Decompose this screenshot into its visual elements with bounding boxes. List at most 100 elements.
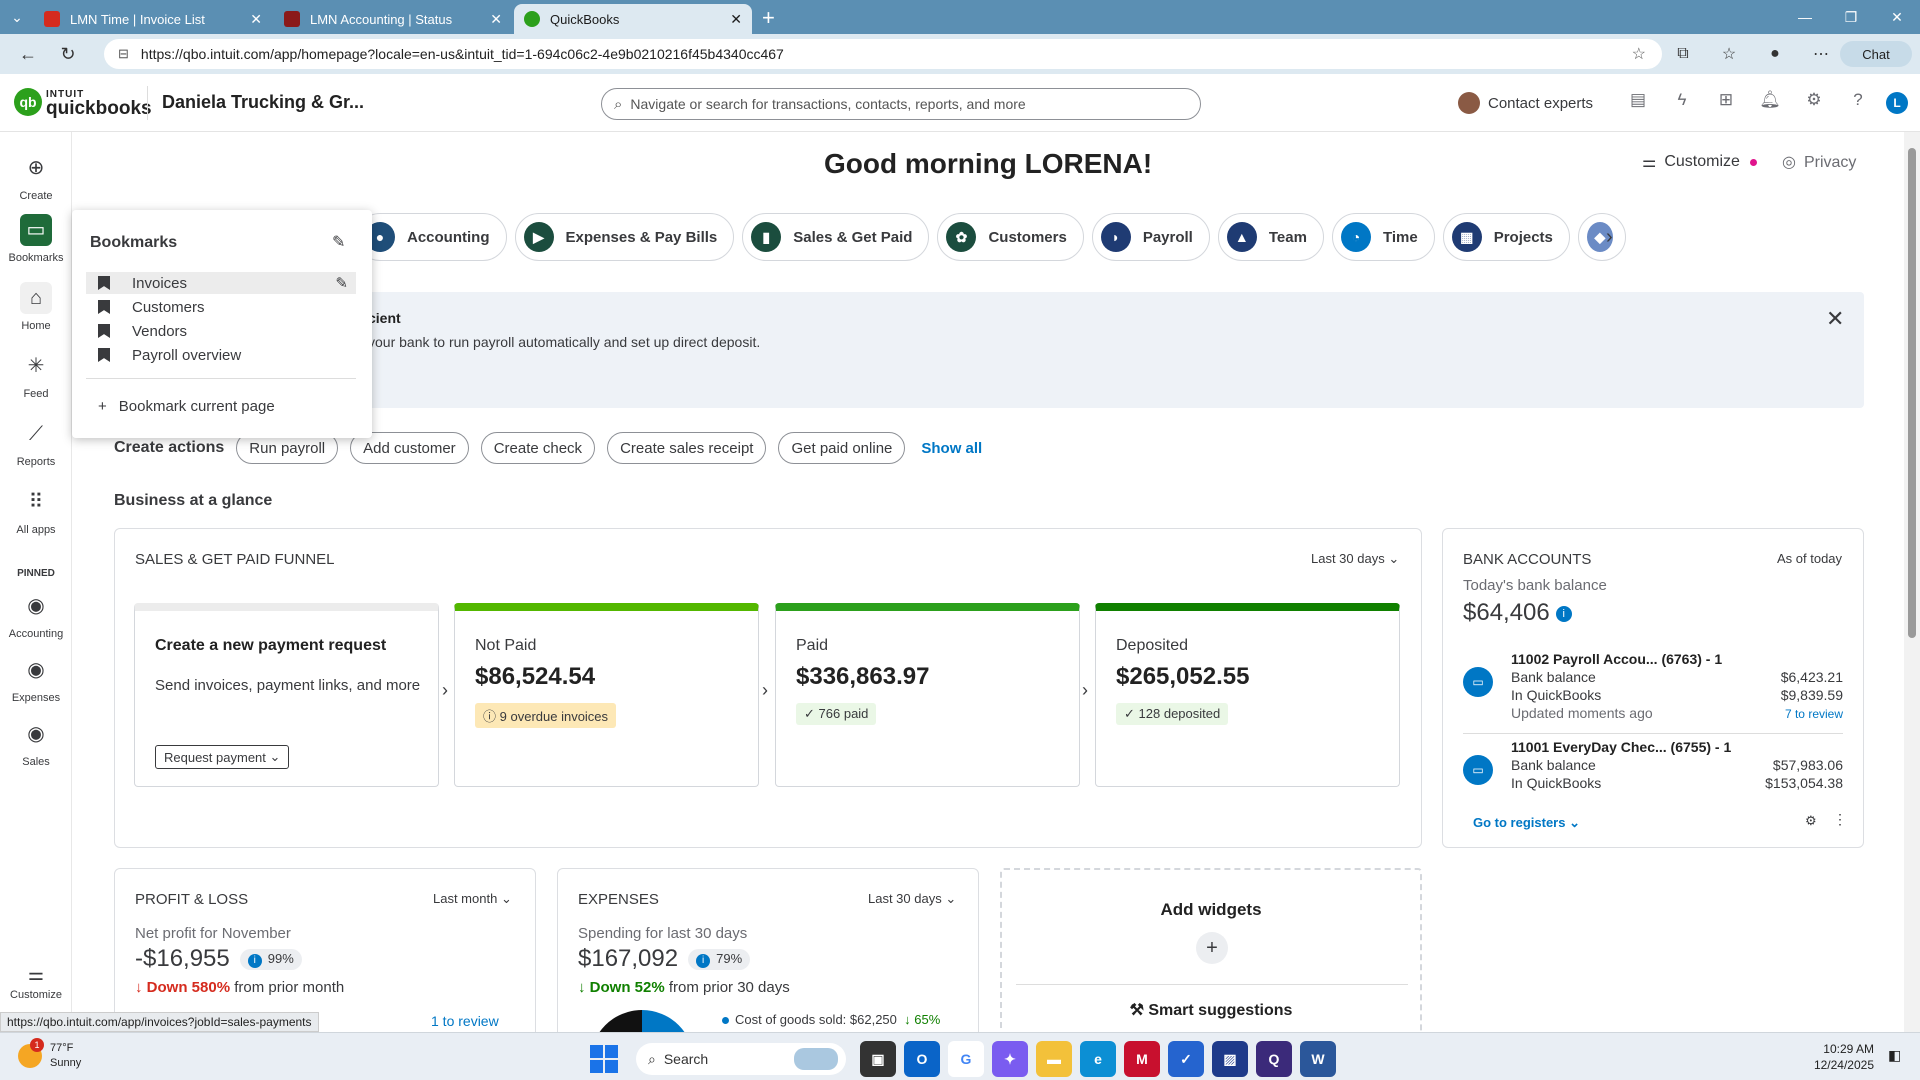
- extensions-icon[interactable]: ⧉: [1660, 45, 1706, 63]
- chip-team[interactable]: ▲ Team: [1217, 213, 1324, 261]
- bookmark-item-invoices[interactable]: Invoices ✎: [86, 272, 356, 294]
- get-paid-online-button[interactable]: Get paid online: [778, 432, 906, 464]
- chrome-icon[interactable]: G: [948, 1041, 984, 1077]
- edit-pencil-icon[interactable]: ✎: [335, 274, 348, 292]
- bell-icon[interactable]: 🔔︎: [1748, 90, 1792, 110]
- windows-start-icon[interactable]: [590, 1045, 618, 1073]
- favorites-icon[interactable]: ☆: [1706, 44, 1752, 64]
- privacy-toggle[interactable]: ◎ Privacy: [1782, 152, 1856, 172]
- refresh-icon[interactable]: ↻: [48, 44, 88, 65]
- pl-range-dropdown[interactable]: Last month ⌄: [433, 891, 512, 907]
- lightning-icon[interactable]: ϟ: [1660, 90, 1704, 110]
- chip-customers[interactable]: ✿ Customers: [937, 213, 1084, 261]
- chip-time[interactable]: ◔ Time: [1331, 213, 1435, 261]
- close-tab-icon[interactable]: ✕: [730, 11, 742, 28]
- bookmark-item-customers[interactable]: Customers: [86, 296, 356, 318]
- go-to-registers-dropdown[interactable]: Go to registers ⌄: [1473, 815, 1580, 831]
- copilot-chat-button[interactable]: Chat: [1840, 41, 1912, 67]
- profile-icon[interactable]: ●: [1752, 45, 1798, 63]
- tasks-icon[interactable]: ▤: [1616, 90, 1660, 110]
- pl-pct-badge[interactable]: i 99%: [239, 949, 302, 971]
- chip-projects[interactable]: ▦ Projects: [1442, 213, 1570, 261]
- global-search-input[interactable]: ⌕ Navigate or search for transactions, c…: [601, 88, 1201, 120]
- overdue-badge[interactable]: ⓘ 9 overdue invoices: [475, 703, 617, 728]
- chip-expenses[interactable]: ▶ Expenses & Pay Bills: [514, 213, 735, 261]
- chip-accounting[interactable]: ● Accounting: [356, 213, 507, 261]
- taskbar-search[interactable]: ⌕ Search: [636, 1043, 846, 1075]
- apps-icon[interactable]: ⊞: [1704, 90, 1748, 110]
- quickbooks-logo[interactable]: qb INTUIT quickbooks: [14, 88, 152, 118]
- bank-account-row[interactable]: ▭ 11001 EveryDay Chec... (6755) - 1 Bank…: [1463, 739, 1843, 793]
- nav-accounting[interactable]: ◉ Accounting: [0, 590, 72, 640]
- browser-tab-lmn-accounting[interactable]: LMN Accounting | Status ✕: [274, 4, 512, 34]
- company-name[interactable]: Daniela Trucking & Gr...: [162, 92, 364, 113]
- notification-icon[interactable]: ◧: [1888, 1047, 1901, 1064]
- bank-account-row[interactable]: ▭ 11002 Payroll Accou... (6763) - 1 Bank…: [1463, 651, 1843, 723]
- edge-icon[interactable]: e: [1080, 1041, 1116, 1077]
- todo-icon[interactable]: ✓: [1168, 1041, 1204, 1077]
- pl-review-link[interactable]: 1 to review: [431, 1013, 499, 1029]
- create-check-button[interactable]: Create check: [480, 432, 596, 464]
- smart-suggestions[interactable]: ⚒ Smart suggestions: [1002, 1000, 1420, 1020]
- close-tab-icon[interactable]: ✕: [490, 11, 502, 28]
- file-explorer-icon[interactable]: ▬: [1036, 1041, 1072, 1077]
- favorite-star-icon[interactable]: ☆: [1632, 44, 1646, 64]
- funnel-range-dropdown[interactable]: Last 30 days ⌄: [1311, 551, 1399, 567]
- deposited-box[interactable]: Deposited $265,052.55 ✓ 128 deposited: [1095, 603, 1400, 787]
- page-scrollbar[interactable]: [1904, 132, 1920, 1032]
- site-info-icon[interactable]: ⊟: [118, 46, 129, 62]
- new-tab-icon[interactable]: +: [762, 4, 775, 34]
- kebab-menu-icon[interactable]: ⋮: [1833, 811, 1847, 828]
- paid-box[interactable]: Paid $336,863.97 ✓ 766 paid: [775, 603, 1080, 787]
- app-icon[interactable]: ▨: [1212, 1041, 1248, 1077]
- show-all-link[interactable]: Show all: [921, 440, 982, 457]
- nav-customize[interactable]: ⚌ Customize: [0, 964, 72, 1001]
- create-sales-receipt-button[interactable]: Create sales receipt: [607, 432, 767, 464]
- request-payment-button[interactable]: Request payment ⌄: [155, 745, 290, 769]
- bookmark-item-payroll-overview[interactable]: Payroll overview: [86, 344, 356, 366]
- scrollbar-thumb[interactable]: [1908, 148, 1916, 638]
- gear-icon[interactable]: ⚙: [1805, 813, 1817, 829]
- help-icon[interactable]: ?: [1836, 90, 1880, 110]
- nav-reports[interactable]: ⟋ Reports: [0, 418, 72, 468]
- clock[interactable]: 10:29 AM 12/24/2025: [1774, 1041, 1874, 1073]
- nav-home[interactable]: ⌂ Home: [0, 282, 72, 332]
- not-paid-box[interactable]: Not Paid $86,524.54 ⓘ 9 overdue invoices: [454, 603, 759, 787]
- more-icon[interactable]: ⋯: [1798, 44, 1844, 64]
- contact-experts-button[interactable]: Contact experts: [1458, 92, 1593, 114]
- nav-all-apps[interactable]: ⠿ All apps: [0, 486, 72, 536]
- bookmark-item-vendors[interactable]: Vendors: [86, 320, 356, 342]
- edit-bookmarks-icon[interactable]: ✎: [332, 232, 345, 252]
- customize-button[interactable]: ⚌ Customize: [1642, 152, 1757, 172]
- user-avatar[interactable]: L: [1886, 92, 1908, 114]
- url-input[interactable]: ⊟ https://qbo.intuit.com/app/homepage?lo…: [104, 39, 1662, 69]
- gear-icon[interactable]: ⚙: [1792, 90, 1836, 110]
- add-widget-button[interactable]: +: [1196, 932, 1228, 964]
- browser-tab-quickbooks[interactable]: QuickBooks ✕: [514, 4, 752, 34]
- chip-sales[interactable]: ▮ Sales & Get Paid: [742, 213, 930, 261]
- task-view-icon[interactable]: ▣: [860, 1041, 896, 1077]
- mcafee-icon[interactable]: M: [1124, 1041, 1160, 1077]
- info-icon[interactable]: i: [1555, 605, 1572, 622]
- to-review-link[interactable]: 7 to review: [1785, 707, 1843, 721]
- outlook-icon[interactable]: O: [904, 1041, 940, 1077]
- nav-bookmarks[interactable]: ▭ Bookmarks: [0, 214, 72, 264]
- bookmark-current-page-button[interactable]: + Bookmark current page: [98, 398, 275, 415]
- back-icon[interactable]: ←: [8, 44, 48, 65]
- close-icon[interactable]: ✕: [1826, 306, 1844, 332]
- nav-create[interactable]: ⊕ Create: [0, 152, 72, 202]
- copilot-icon[interactable]: ✦: [992, 1041, 1028, 1077]
- chip-more[interactable]: ◆: [1577, 213, 1626, 261]
- weather-widget[interactable]: 1 77°F Sunny: [18, 1038, 81, 1071]
- word-icon[interactable]: W: [1300, 1041, 1336, 1077]
- restore-icon[interactable]: ❐: [1828, 0, 1874, 34]
- close-tab-icon[interactable]: ✕: [250, 11, 262, 28]
- minimize-icon[interactable]: —: [1782, 0, 1828, 34]
- expenses-range-dropdown[interactable]: Last 30 days ⌄: [868, 891, 956, 907]
- nav-sales[interactable]: ◉ Sales: [0, 718, 72, 768]
- nav-feed[interactable]: ✳ Feed: [0, 350, 72, 400]
- chip-payroll[interactable]: ◗ Payroll: [1091, 213, 1210, 261]
- tab-list-button[interactable]: ⌄: [0, 0, 34, 34]
- nav-expenses[interactable]: ◉ Expenses: [0, 654, 72, 704]
- paid-badge[interactable]: ✓ 766 paid: [796, 703, 877, 725]
